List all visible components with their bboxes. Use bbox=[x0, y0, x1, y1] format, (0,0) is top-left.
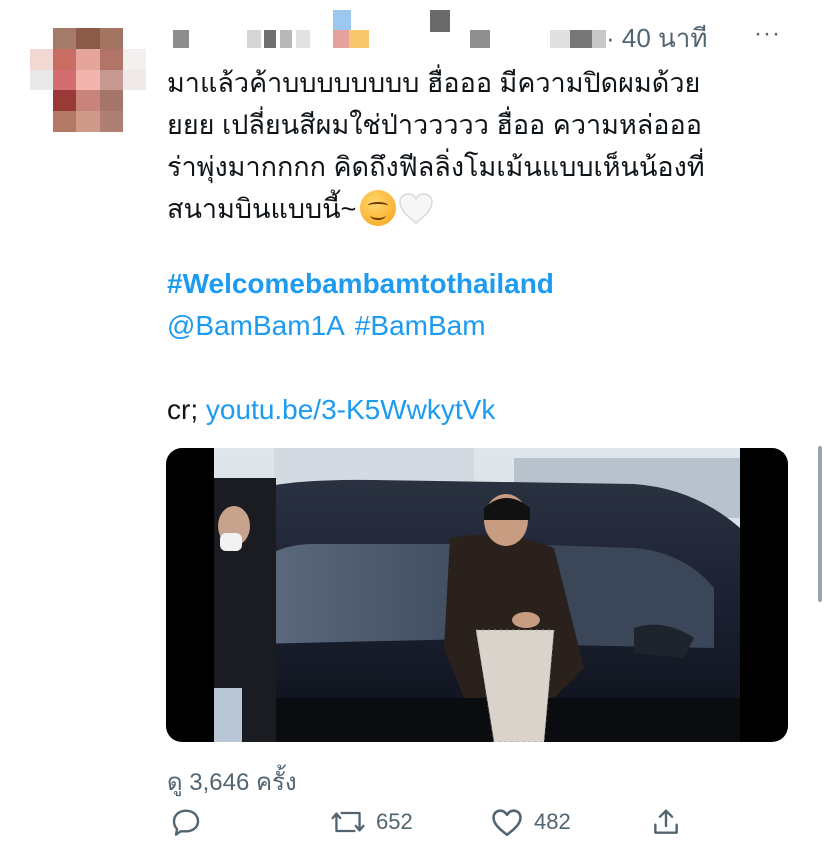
more-icon[interactable]: ··· bbox=[754, 20, 781, 48]
scrollbar[interactable] bbox=[818, 446, 822, 602]
mention-line: @BamBam1A #BamBam bbox=[167, 310, 496, 342]
retweet-button[interactable]: 652 bbox=[330, 806, 413, 838]
youtube-link[interactable]: youtu.be/3-K5WwkytVk bbox=[206, 394, 495, 425]
share-icon bbox=[654, 809, 678, 834]
tweet-timestamp[interactable]: · 40 นาที bbox=[606, 18, 708, 59]
like-count: 482 bbox=[534, 809, 571, 834]
tweet-text: มาแล้วค้าบบบบบบบบ ฮื่อออ มีความปิดผมด้วย… bbox=[167, 62, 817, 230]
avatar[interactable] bbox=[30, 28, 146, 132]
tweet-text-last-line: สนามบินแบบนี้~ bbox=[167, 194, 357, 224]
like-button[interactable]: 482 bbox=[490, 806, 571, 838]
retweet-count: 652 bbox=[376, 809, 413, 834]
hashtag-link-bambam[interactable]: #BamBam bbox=[355, 310, 486, 341]
view-count: ดู 3,646 ครั้ง bbox=[167, 769, 297, 796]
tweet-text-line: มาแล้วค้าบบบบบบบบ ฮื่อออ มีความปิดผมด้วย bbox=[167, 68, 701, 98]
white-heart-icon bbox=[399, 193, 434, 224]
heart-icon bbox=[492, 809, 522, 837]
share-button[interactable] bbox=[650, 806, 682, 838]
tweet-text-line: ยยย เปลี่ยนสีผมใช่ป่าววววว ฮื่ออ ความหล่… bbox=[167, 110, 702, 140]
action-bar: 652 482 bbox=[170, 806, 690, 852]
video-scene-image bbox=[214, 448, 740, 742]
retweet-icon bbox=[331, 811, 365, 833]
credit-line: cr; youtu.be/3-K5WwkytVk bbox=[167, 394, 495, 426]
smiling-face-icon bbox=[360, 190, 397, 226]
tweet-text-line: ร่าพุ่งมากกกก คิดถึงฟีลลิ่งโมเม้นแบบเห็น… bbox=[167, 152, 705, 182]
video-frame bbox=[214, 448, 740, 742]
credit-prefix: cr; bbox=[167, 394, 199, 425]
mention-link[interactable]: @BamBam1A bbox=[167, 310, 345, 341]
reply-button[interactable] bbox=[170, 806, 202, 838]
hashtag-link[interactable]: #Welcomebambamtothailand bbox=[167, 268, 554, 300]
video-thumbnail[interactable] bbox=[166, 448, 788, 742]
reply-icon bbox=[172, 809, 200, 836]
tweet-text-line: สนามบินแบบนี้~ bbox=[167, 188, 817, 230]
